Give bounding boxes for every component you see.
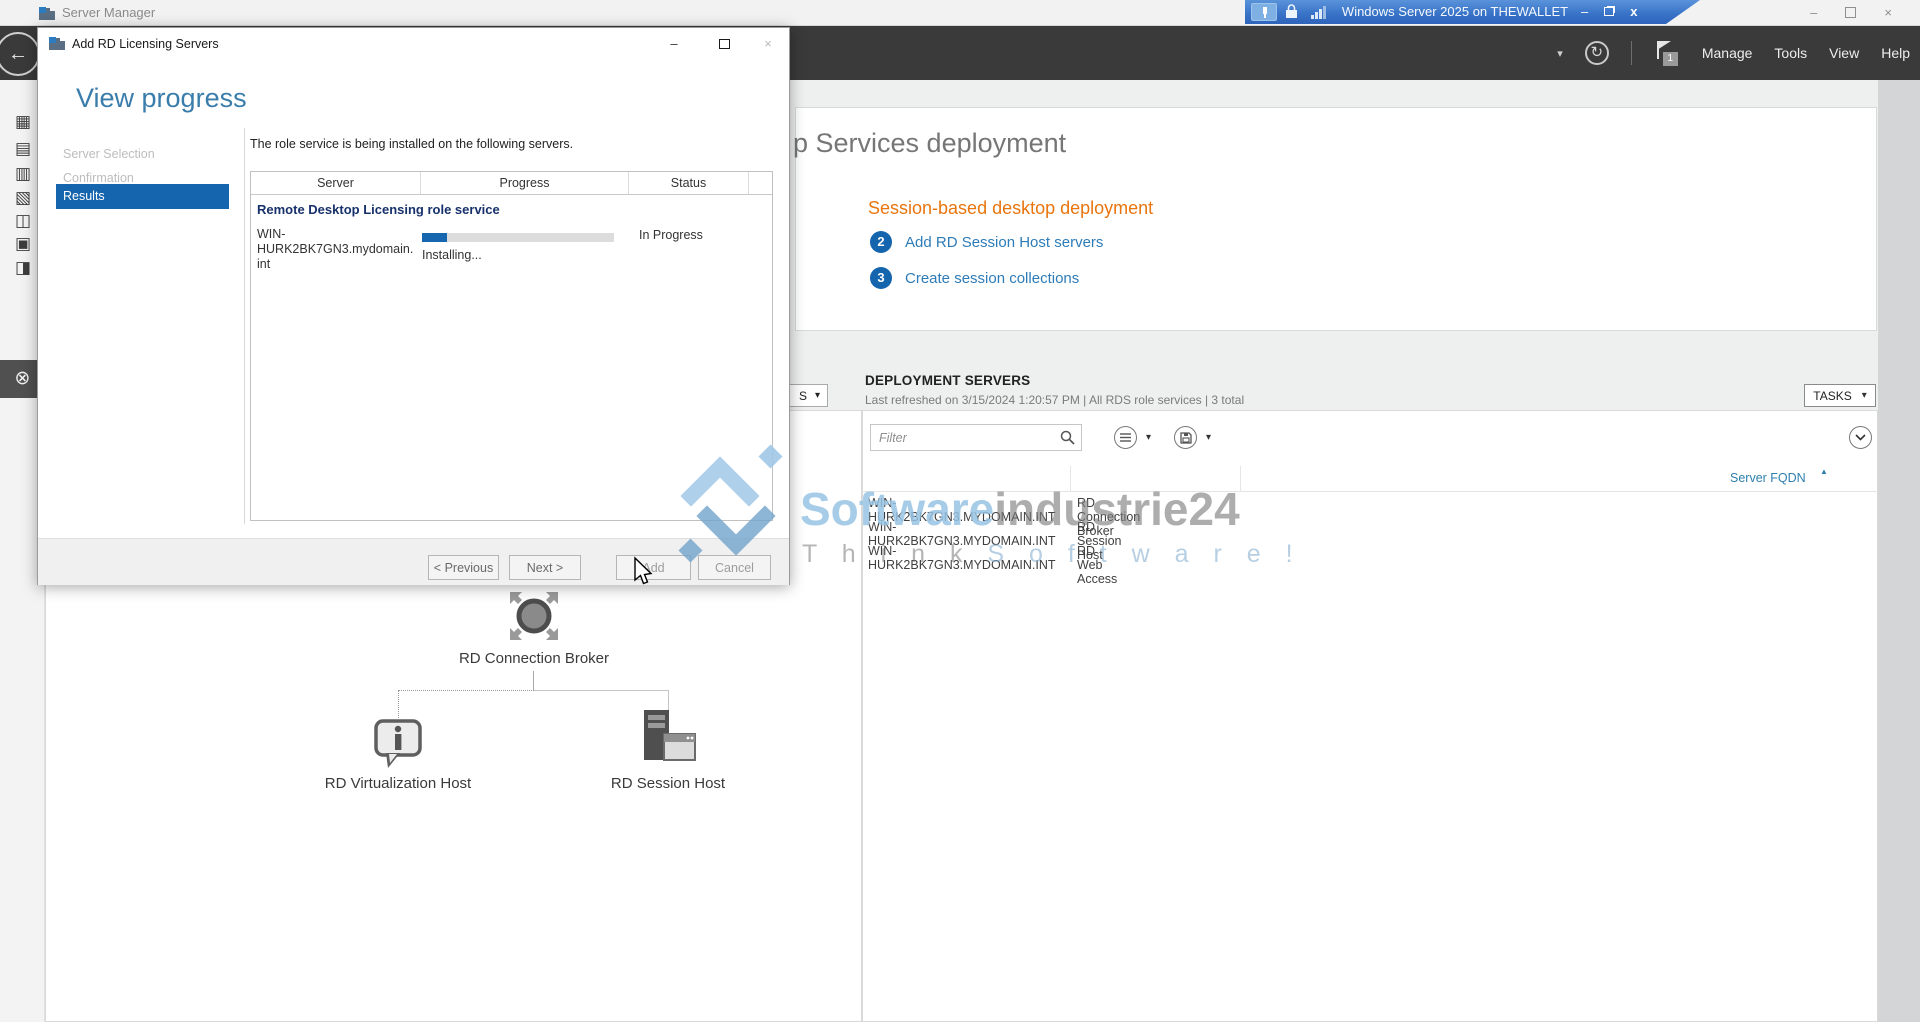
rdp-minimize-button[interactable]: – bbox=[1581, 4, 1588, 19]
tasks-dropdown-button[interactable]: TASKS ▾ bbox=[1804, 384, 1876, 407]
rdp-controls: – x bbox=[1581, 4, 1637, 19]
chevron-down-icon[interactable]: ▾ bbox=[1146, 432, 1151, 443]
deployment-table-header: Server FQDN ▲ Installed Role Service bbox=[862, 466, 1878, 492]
add-rd-session-host-link[interactable]: Add RD Session Host servers bbox=[905, 234, 1103, 251]
host-close-button[interactable]: × bbox=[1884, 5, 1892, 20]
previous-button[interactable]: < Previous bbox=[428, 555, 499, 580]
server-manager-icon bbox=[38, 6, 56, 21]
filter-input[interactable] bbox=[870, 424, 1082, 451]
column-progress: Progress bbox=[421, 172, 629, 194]
dialog-minimize-button[interactable]: – bbox=[660, 34, 688, 54]
sidebar-item-iis-icon[interactable]: ◫ bbox=[11, 211, 35, 231]
add-rd-licensing-servers-dialog: Add RD Licensing Servers – × View progre… bbox=[37, 27, 790, 585]
host-window-controls: – × bbox=[1810, 5, 1892, 20]
rdp-connection-bar: Windows Server 2025 on THEWALLET – x bbox=[1245, 0, 1700, 24]
sidebar-item-services-icon[interactable]: ◨ bbox=[11, 258, 35, 278]
dialog-maximize-button[interactable] bbox=[710, 34, 738, 54]
sidebar-item-file-storage-icon[interactable]: ▧ bbox=[11, 188, 35, 208]
notifications-flag-icon[interactable]: 1 bbox=[1654, 40, 1680, 66]
wizard-nav-results[interactable]: Results bbox=[56, 184, 229, 209]
chevron-down-icon: ▾ bbox=[1862, 390, 1867, 401]
list-view-icon[interactable] bbox=[1114, 426, 1137, 449]
column-server: Server bbox=[251, 172, 421, 194]
progress-bar-fill bbox=[422, 233, 447, 242]
sidebar-item-roles-icon[interactable]: ▣ bbox=[11, 234, 35, 254]
menu-help[interactable]: Help bbox=[1881, 45, 1910, 61]
next-button[interactable]: Next > bbox=[509, 555, 581, 580]
wizard-footer: < Previous Next > Add Cancel bbox=[38, 538, 789, 585]
role-service-group-header: Remote Desktop Licensing role service bbox=[257, 202, 500, 217]
progress-bar bbox=[422, 233, 614, 242]
create-session-collections-link[interactable]: Create session collections bbox=[905, 270, 1079, 287]
rds-icon: ⊗ bbox=[11, 367, 35, 390]
column-extra bbox=[749, 172, 773, 194]
column-server-fqdn[interactable]: Server FQDN bbox=[1730, 471, 1806, 485]
rd-session-host-label: RD Session Host bbox=[568, 775, 768, 792]
status-label: In Progress bbox=[639, 228, 703, 242]
menu-tools[interactable]: Tools bbox=[1774, 45, 1807, 61]
deployment-servers-subtitle: Last refreshed on 3/15/2024 1:20:57 PM |… bbox=[865, 393, 1244, 407]
rdp-restore-button[interactable] bbox=[1604, 7, 1614, 16]
cancel-button[interactable]: Cancel bbox=[698, 555, 771, 580]
rd-connection-broker-label: RD Connection Broker bbox=[434, 650, 634, 667]
step-number-badge: 3 bbox=[870, 267, 892, 289]
menu-view[interactable]: View bbox=[1829, 45, 1859, 61]
column-status: Status bbox=[629, 172, 749, 194]
rd-connection-broker-icon[interactable] bbox=[506, 588, 562, 644]
cell-server-fqdn: WIN-HURK2BK7GN3.MYDOMAIN.INT bbox=[868, 544, 1056, 572]
refresh-icon[interactable]: ↻ bbox=[1585, 41, 1609, 65]
connector-line-dotted bbox=[398, 690, 534, 691]
chevron-down-icon: ▾ bbox=[815, 390, 820, 401]
dialog-close-button[interactable]: × bbox=[754, 34, 782, 54]
host-maximize-button[interactable] bbox=[1845, 7, 1856, 18]
wizard-nav-server-selection: Server Selection bbox=[56, 143, 229, 165]
rd-virtualization-host-label: RD Virtualization Host bbox=[298, 775, 498, 792]
step-create-session-collections: 3 Create session collections bbox=[870, 267, 1079, 289]
notification-badge: 1 bbox=[1663, 52, 1678, 66]
deployment-servers-title: DEPLOYMENT SERVERS bbox=[865, 373, 1030, 388]
column-separator bbox=[1070, 466, 1071, 492]
divider bbox=[244, 128, 245, 524]
cell-role: RD Web Access bbox=[1077, 544, 1117, 586]
session-deployment-heading: Session-based desktop deployment bbox=[868, 198, 1153, 219]
sidebar-item-all-servers-icon[interactable]: ▥ bbox=[11, 164, 35, 184]
save-query-icon[interactable] bbox=[1174, 426, 1197, 449]
host-window-title: Server Manager bbox=[62, 5, 155, 20]
chevron-down-icon[interactable]: ▾ bbox=[1206, 432, 1211, 443]
rdp-close-button[interactable]: x bbox=[1630, 4, 1637, 19]
add-button[interactable]: Add bbox=[616, 555, 691, 580]
connector-line bbox=[533, 671, 534, 690]
step-add-rd-session-host: 2 Add RD Session Host servers bbox=[870, 231, 1103, 253]
column-separator bbox=[1240, 466, 1241, 492]
cell-server-name: WIN-HURK2BK7GN3.mydomain.int bbox=[257, 227, 415, 272]
wizard-page-heading: View progress bbox=[76, 83, 247, 114]
band-menu: ▾ ↻ 1 Manage Tools View Help bbox=[1557, 40, 1910, 66]
collapse-panel-icon[interactable] bbox=[1849, 426, 1872, 449]
progress-label: Installing... bbox=[422, 248, 482, 262]
dialog-titlebar[interactable]: Add RD Licensing Servers – × bbox=[38, 28, 789, 60]
install-progress-table: Server Progress Status Remote Desktop Li… bbox=[250, 171, 773, 521]
header-underline bbox=[251, 194, 772, 195]
menu-manage[interactable]: Manage bbox=[1702, 45, 1753, 61]
sidebar-item-dashboard-icon[interactable]: ▦ bbox=[11, 112, 35, 132]
search-icon[interactable] bbox=[1060, 430, 1075, 445]
connector-line-dotted bbox=[398, 690, 399, 718]
right-gutter bbox=[1878, 80, 1920, 1022]
host-minimize-button[interactable]: – bbox=[1810, 5, 1817, 20]
tasks-label: TASKS bbox=[1813, 389, 1851, 403]
overview-heading-partial: p Services deployment bbox=[793, 128, 1066, 159]
partial-tasks-label: S bbox=[799, 389, 807, 403]
step-number-badge: 2 bbox=[870, 231, 892, 253]
wizard-instruction: The role service is being installed on t… bbox=[250, 137, 573, 151]
rd-virtualization-host-icon[interactable] bbox=[370, 716, 426, 772]
chevron-down-icon[interactable]: ▾ bbox=[1557, 47, 1563, 60]
connector-line bbox=[534, 690, 668, 691]
dialog-title: Add RD Licensing Servers bbox=[72, 37, 219, 51]
wizard-icon bbox=[48, 36, 66, 51]
sort-ascending-icon[interactable]: ▲ bbox=[1820, 467, 1828, 476]
sidebar-item-local-server-icon[interactable]: ▤ bbox=[11, 139, 35, 159]
menu-separator bbox=[1631, 41, 1632, 65]
screen: Server Manager – × Windows Server 2025 o… bbox=[0, 0, 1920, 1022]
rd-session-host-icon[interactable] bbox=[640, 708, 698, 770]
